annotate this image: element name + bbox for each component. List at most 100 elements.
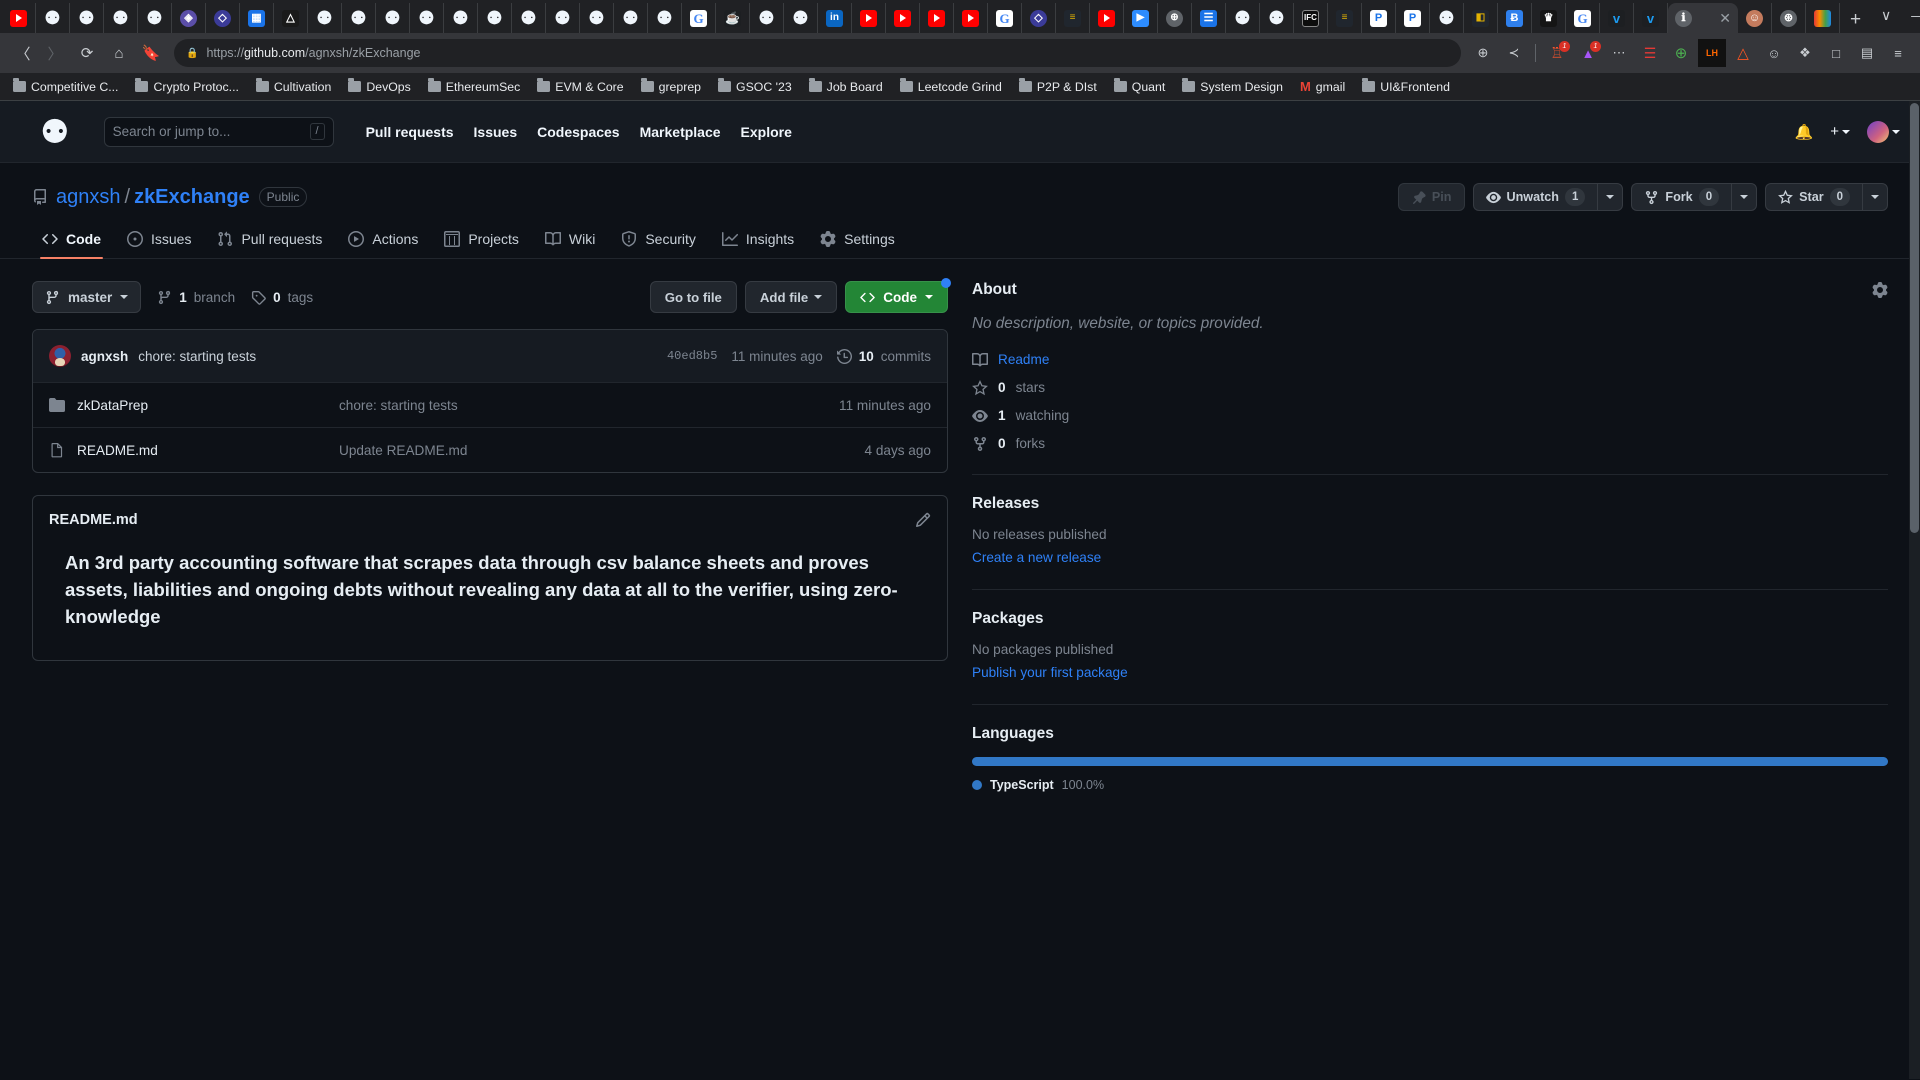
- browser-tab[interactable]: G: [1566, 3, 1600, 33]
- browser-tab[interactable]: ⚉: [512, 3, 546, 33]
- bookmark-item[interactable]: System Design: [1175, 77, 1290, 97]
- browser-tab[interactable]: ≡: [1328, 3, 1362, 33]
- browser-tab[interactable]: in: [818, 3, 852, 33]
- tags-count-link[interactable]: 0 tags: [251, 290, 313, 305]
- browser-tab[interactable]: ▶: [1124, 3, 1158, 33]
- commit-message[interactable]: chore: starting tests: [138, 349, 256, 364]
- browser-tab[interactable]: ◧: [1464, 3, 1498, 33]
- bookmark-item[interactable]: UI&Frontend: [1355, 77, 1457, 97]
- browser-tab[interactable]: ⚉: [614, 3, 648, 33]
- tab-wiki[interactable]: Wiki: [535, 225, 605, 258]
- wallet-icon[interactable]: ▤: [1853, 39, 1881, 67]
- bookmark-item[interactable]: Mgmail: [1293, 76, 1352, 97]
- home-button[interactable]: ⌂: [104, 38, 134, 68]
- browser-tab[interactable]: ᴠ: [1600, 3, 1634, 33]
- file-row[interactable]: zkDataPrep chore: starting tests 11 minute…: [33, 382, 947, 427]
- browser-tab[interactable]: ⚉: [70, 3, 104, 33]
- repo-name-link[interactable]: zkExchange: [134, 186, 250, 209]
- file-row[interactable]: README.md Update README.md 4 days ago: [33, 427, 947, 472]
- browser-tab[interactable]: ⚉: [104, 3, 138, 33]
- url-input[interactable]: 🔒 https://github.com/agnxsh/zkExchange: [174, 39, 1461, 67]
- browser-tab[interactable]: ⚉: [546, 3, 580, 33]
- tab-pull-requests[interactable]: Pull requests: [207, 225, 332, 258]
- bookmark-item[interactable]: Leetcode Grind: [893, 77, 1009, 97]
- about-item-forks[interactable]: 0 forks: [972, 436, 1888, 452]
- branches-count-link[interactable]: 1 branch: [157, 290, 235, 305]
- forward-button[interactable]: 〉: [40, 38, 70, 68]
- browser-tab[interactable]: [886, 3, 920, 33]
- browser-tab[interactable]: ⊕: [1158, 3, 1192, 33]
- browser-tab[interactable]: ⚉: [648, 3, 682, 33]
- close-icon[interactable]: ✕: [1719, 11, 1731, 25]
- go-to-file-button[interactable]: Go to file: [649, 281, 737, 313]
- bookmark-item[interactable]: P2P & DIst: [1012, 77, 1104, 97]
- reload-button[interactable]: ⟳: [72, 38, 102, 68]
- menu-icon[interactable]: ≡: [1884, 39, 1912, 67]
- browser-tab[interactable]: ᴠ: [1634, 3, 1668, 33]
- pencil-icon[interactable]: [915, 512, 931, 528]
- page-scrollbar[interactable]: [1909, 101, 1920, 1079]
- bookmark-item[interactable]: Crypto Protoc...: [128, 77, 245, 97]
- browser-tab[interactable]: ◇: [206, 3, 240, 33]
- browser-tab[interactable]: P: [1362, 3, 1396, 33]
- back-button[interactable]: 〈: [8, 38, 38, 68]
- metamask-icon[interactable]: ☺: [1760, 39, 1788, 67]
- branch-selector-button[interactable]: master: [32, 281, 142, 313]
- about-item-readme[interactable]: Readme: [972, 352, 1888, 368]
- about-item-stars[interactable]: 0 stars: [972, 379, 1888, 396]
- new-tab-button[interactable]: +: [1840, 9, 1871, 33]
- bookmark-item[interactable]: greprep: [634, 77, 708, 97]
- commits-count-link[interactable]: 10 commits: [836, 349, 931, 364]
- avatar[interactable]: [1867, 120, 1900, 143]
- add-file-button[interactable]: Add file: [744, 281, 838, 313]
- language-item[interactable]: TypeScript 100.0%: [972, 778, 1888, 792]
- pin-button[interactable]: Pin: [1397, 183, 1465, 211]
- file-commit-message[interactable]: Update README.md: [339, 443, 864, 458]
- bookmark-button[interactable]: 🔖: [136, 38, 166, 68]
- avalanche-icon[interactable]: △: [1729, 39, 1757, 67]
- bookmark-item[interactable]: Quant: [1107, 77, 1173, 97]
- browser-tab[interactable]: ◇: [1022, 3, 1056, 33]
- browser-tab[interactable]: ⚉: [1430, 3, 1464, 33]
- browser-tab[interactable]: ⚉: [478, 3, 512, 33]
- gear-icon[interactable]: [1872, 282, 1888, 298]
- browser-tab[interactable]: ⚉: [444, 3, 478, 33]
- browser-tab[interactable]: ♛: [1532, 3, 1566, 33]
- zoom-icon[interactable]: ⊕: [1469, 39, 1497, 67]
- lighthouse-icon[interactable]: LH: [1698, 39, 1726, 67]
- browser-tab[interactable]: ▦: [240, 3, 274, 33]
- tab-security[interactable]: Security: [611, 225, 706, 258]
- tab-search-icon[interactable]: ∨: [1871, 1, 1901, 29]
- browser-tab[interactable]: ⚉: [580, 3, 614, 33]
- add-extension-icon[interactable]: ⊕: [1667, 39, 1695, 67]
- browser-tab[interactable]: ⚉: [376, 3, 410, 33]
- bookmark-item[interactable]: Cultivation: [249, 77, 338, 97]
- sidebar-icon[interactable]: □: [1822, 39, 1850, 67]
- avatar[interactable]: [49, 345, 71, 367]
- browser-tab[interactable]: [920, 3, 954, 33]
- bookmark-item[interactable]: EVM & Core: [530, 77, 630, 97]
- browser-tab[interactable]: ⚉: [308, 3, 342, 33]
- tab-issues[interactable]: Issues: [117, 225, 201, 258]
- browser-tab[interactable]: ⚉: [36, 3, 70, 33]
- todoist-icon[interactable]: ☰: [1636, 39, 1664, 67]
- code-button[interactable]: Code: [845, 278, 951, 313]
- bookmark-item[interactable]: DevOps: [341, 77, 417, 97]
- brave-rewards-icon[interactable]: ▲ 1: [1574, 39, 1602, 67]
- search-input[interactable]: Search or jump to... /: [103, 116, 334, 147]
- commit-author[interactable]: agnxsh: [81, 349, 128, 364]
- browser-tab[interactable]: ⚉: [1260, 3, 1294, 33]
- browser-tab[interactable]: ◈: [172, 3, 206, 33]
- browser-tab[interactable]: ☕: [716, 3, 750, 33]
- browser-tab[interactable]: [852, 3, 886, 33]
- browser-tab[interactable]: ⚉: [342, 3, 376, 33]
- commit-sha[interactable]: 40ed8b5: [667, 349, 717, 363]
- active-browser-tab[interactable]: ℹ ✕: [1668, 3, 1738, 33]
- browser-tab[interactable]: G: [988, 3, 1022, 33]
- bookmark-item[interactable]: EthereumSec: [421, 77, 528, 97]
- browser-tab[interactable]: ☺: [1738, 3, 1772, 33]
- tab-actions[interactable]: Actions: [338, 225, 428, 258]
- puzzle-icon[interactable]: ❖: [1791, 39, 1819, 67]
- browser-tab[interactable]: [1090, 3, 1124, 33]
- browser-tab[interactable]: ⚉: [410, 3, 444, 33]
